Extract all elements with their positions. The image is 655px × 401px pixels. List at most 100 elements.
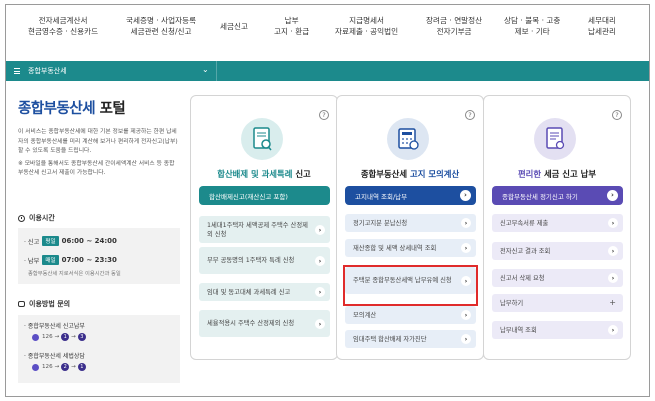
card2-item-5[interactable]: 임대주택 합산배제 자가진단 › [345, 330, 476, 348]
nav-label: 장려금 · 연말정산 [426, 16, 483, 25]
breadcrumb-label: 종합부동산세 [28, 67, 67, 75]
top-navigation: 전자세금계산서 현금영수증 · 신용카드 국세증명 · 사업자등록 세금관련 신청/… [6, 5, 649, 57]
arrow-right-icon: › [315, 224, 325, 235]
card-title-rest: 신고 [292, 169, 311, 179]
inquiry-label: · 종합부동산세 신고납부 [24, 323, 85, 330]
card1-item-1[interactable]: 1세대1주택자 세액공제 주택수 산정제외 신청 › [199, 216, 330, 243]
nav-label: 세금신고 [220, 22, 248, 31]
card3-item-5[interactable]: 납부내역 조회 › [492, 321, 623, 339]
arrow-right-icon: › [315, 318, 325, 329]
nav-label: 전자세금계산서 [38, 16, 88, 25]
card1-item-3[interactable]: 임대 및 동고대체 과세특례 신고 › [199, 283, 330, 301]
item-label: 세율적용시 주택수 산정제외 신청 [207, 320, 295, 327]
hours-label: · 신고 [24, 238, 40, 246]
card-title-prefix: 종합부동산세 [360, 169, 410, 179]
arrow-right-icon: › [461, 310, 471, 320]
document-search-icon [241, 118, 283, 160]
item-label: 납부내역 조회 [500, 326, 537, 334]
regular-filing-button[interactable]: 종합부동산세 정기신고 하기 › [492, 186, 623, 205]
help-icon[interactable]: ? [465, 110, 475, 120]
card2-item-1[interactable]: 정기고지분 분납신청 › [345, 214, 476, 232]
nav-label: 상담 · 불복 · 고충 [504, 16, 561, 25]
page-title-suffix: 포털 [95, 101, 126, 117]
card3-item-1[interactable]: 신고부속서류 제출 › [492, 214, 623, 232]
card1-item-2[interactable]: 부부 공동명의 1주택자 특례 신청 › [199, 247, 330, 274]
item-label: 재산종합 및 세액 상세내역 조회 [353, 244, 437, 252]
clock-icon [18, 214, 25, 222]
nav-item-incentives[interactable]: 장려금 · 연말정산전자기부금 [426, 15, 482, 37]
tax-form-icon [534, 118, 576, 160]
item-label: 임대 및 동고대체 과세특례 신고 [207, 288, 291, 296]
help-icon[interactable]: ? [319, 110, 329, 120]
nav-label: 제보 · 기타 [514, 27, 550, 36]
help-icon[interactable]: ? [612, 110, 622, 120]
nav-label: 세금관련 신청/신고 [130, 27, 192, 36]
button-label: 고지내역 조회/납부 [355, 192, 408, 201]
nav-label: 자료제출 · 공익법인 [335, 27, 399, 36]
arrow-right-icon: › [315, 287, 325, 297]
item-label: 임대주택 합산배제 자가진단 [353, 335, 427, 343]
hours-heading: 이용시간 [18, 213, 55, 223]
inquiry-heading: 이용방법 문의 [18, 299, 70, 309]
step-number: 3 [77, 333, 86, 341]
step-number: 1 [61, 333, 70, 341]
nav-item-statements[interactable]: 지급명세서 자료제출 · 공익법인 [335, 15, 398, 37]
page-title: 종합부동산세 포털 [18, 97, 126, 118]
step-number: 1 [77, 363, 86, 371]
item-label: 정기고지분 분납신청 [353, 219, 408, 227]
card-notice-simulation: ? 종합부동산세 고지 모의계산 고지내역 조회/납부 › 정기고지분 분납신청 ›… [336, 95, 484, 360]
inquiry-steps: 126 → 1 → 3 [32, 333, 88, 341]
card-title-rest: 세금 신고 납부 [541, 169, 597, 179]
nav-label: 전자기부금 [436, 27, 472, 36]
card-title-highlight: 편리한 [517, 169, 542, 179]
phone-icon [32, 333, 39, 341]
nav-item-consultation[interactable]: 상담 · 불복 · 고충제보 · 기타 [504, 15, 560, 37]
hours-note: 종합부동산세 지로서식은 이용시간과 동일 [28, 271, 121, 277]
card2-item-4[interactable]: 모의계산 › [345, 306, 476, 324]
phone-icon [18, 301, 25, 307]
breadcrumb-bar: 종합부동산세 ⌄ [6, 61, 649, 81]
nav-item-tax-filing[interactable]: 세금신고 [220, 21, 248, 32]
item-label: 모의계산 [353, 311, 377, 319]
button-label: 종합부동산세 정기신고 하기 [502, 192, 578, 201]
card3-item-4-payment[interactable]: 납부하기 + [492, 294, 623, 312]
card-title-highlight: 합산배제 및 과세특례 [217, 169, 293, 179]
hours-heading-label: 이용시간 [29, 214, 55, 222]
inquiry-steps: 126 → 2 → 1 [32, 363, 88, 371]
card3-item-2[interactable]: 전자신고 결과 조회 › [492, 242, 623, 260]
phone-icon [32, 363, 39, 371]
inquiry-label: · 종합부동산세 세법상담 [24, 353, 85, 360]
nav-label: 고지 · 환급 [274, 27, 310, 36]
arrow-right-icon: › [608, 273, 618, 283]
card3-item-3[interactable]: 신고서 삭제 요청 › [492, 269, 623, 287]
hours-label: · 납부 [24, 257, 40, 265]
card1-item-4[interactable]: 세율적용시 주택수 산정제외 신청 › [199, 310, 330, 337]
chevron-down-icon: ⌄ [202, 65, 209, 74]
intro-text: 이 서비스는 종합부동산세에 대한 기본 정보를 제공하는 한편 납세자의 종합… [18, 128, 178, 179]
button-label: 합산배제신고(재산신고 포함) [209, 192, 288, 201]
arrow-right-icon: › [461, 334, 471, 344]
item-label: 신고서 삭제 요청 [500, 274, 545, 282]
nav-item-payment[interactable]: 납부 고지 · 환급 [274, 15, 309, 37]
hours-time: 06:00 ~ 24:00 [61, 237, 117, 245]
nav-item-certificates[interactable]: 국세증명 · 사업자등록 세금관련 신청/신고 [126, 15, 196, 37]
item-label: 납부하기 [500, 299, 524, 307]
calculator-icon [387, 118, 429, 160]
card-title-highlight: 고지 모의계산 [410, 169, 460, 179]
arrow-right-icon: › [608, 246, 618, 256]
exclusion-filing-button[interactable]: 합산배제신고(재산신고 포함) [199, 186, 330, 205]
nav-item-e-tax-invoice[interactable]: 전자세금계산서 현금영수증 · 신용카드 [28, 15, 98, 37]
item-label: 1세대1주택자 세액공제 주택수 산정제외 신청 [207, 221, 308, 238]
card-title: 종합부동산세 고지 모의계산 [337, 168, 483, 180]
menu-icon [14, 68, 20, 74]
highlight-box [343, 265, 478, 306]
hours-time: 07:00 ~ 23:30 [61, 256, 117, 264]
arrow-right-icon: › [315, 255, 325, 266]
notice-inquiry-button[interactable]: 고지내역 조회/납부 › [345, 186, 476, 205]
breadcrumb-dropdown[interactable]: 종합부동산세 ⌄ [14, 61, 214, 81]
nav-item-tax-agent[interactable]: 세무대리 납세관리 [588, 15, 616, 37]
card2-item-2[interactable]: 재산종합 및 세액 상세내역 조회 › [345, 239, 476, 257]
hours-box: · 신고 평일 06:00 ~ 24:00 · 납부 매일 07:00 ~ 23:30 … [18, 228, 180, 284]
arrow-right-icon: › [460, 190, 471, 201]
arrow-right-icon: › [608, 218, 618, 228]
